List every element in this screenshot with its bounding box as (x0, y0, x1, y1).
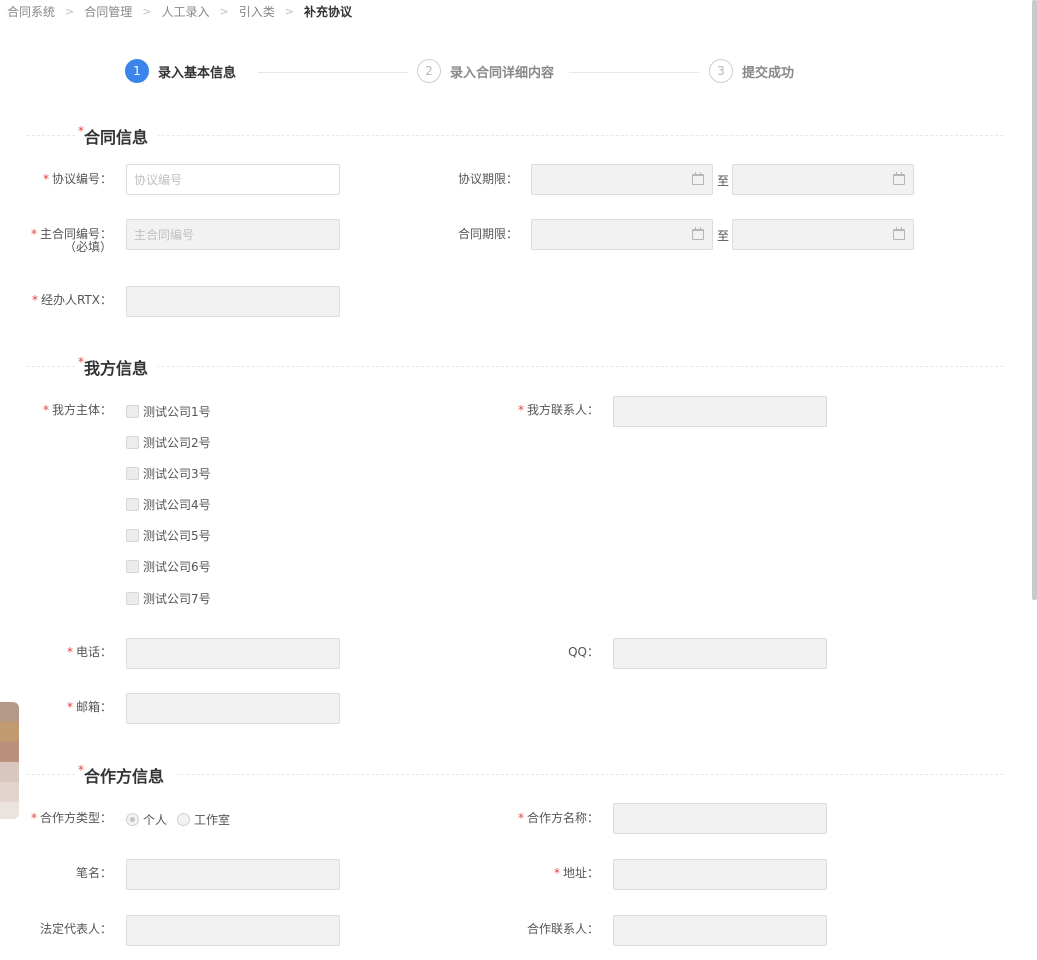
section-title: *合同信息 (75, 124, 159, 148)
legal-rep-label: 法定代表人： (39, 922, 112, 936)
color-swatch (0, 782, 19, 802)
breadcrumb-separator: > (65, 4, 75, 18)
phone-label: * 电话： (66, 645, 112, 659)
section-header-our-party: *我方信息 (27, 355, 1003, 379)
entity-checkbox[interactable]: 测试公司6号 (126, 558, 211, 575)
radio-unchecked-icon (177, 813, 191, 826)
step-connector (258, 72, 408, 73)
pen-name-input[interactable] (126, 859, 340, 890)
step-number: 3 (709, 59, 733, 83)
breadcrumb-separator: > (142, 4, 152, 18)
agreement-no-input[interactable] (126, 164, 340, 195)
main-contract-no-input[interactable] (126, 219, 340, 250)
breadcrumb-item[interactable]: 引入类 (239, 3, 275, 20)
breadcrumb-item[interactable]: 人工录入 (161, 3, 209, 20)
checkbox-icon (126, 529, 139, 542)
breadcrumb-separator: > (219, 4, 229, 18)
breadcrumb: 合同系统 > 合同管理 > 人工录入 > 引入类 > 补充协议 (7, 3, 352, 20)
calendar-icon (893, 227, 905, 240)
contract-start-date-picker[interactable] (531, 219, 713, 250)
qq-input[interactable] (613, 638, 827, 669)
section-divider (27, 135, 1003, 136)
step-label: 录入基本信息 (158, 65, 237, 81)
section-title: *合作方信息 (75, 763, 175, 787)
section-title-text: 我方信息 (84, 359, 149, 378)
date-range-separator: 至 (717, 229, 730, 243)
section-header-partner: *合作方信息 (27, 763, 1003, 787)
calendar-icon (893, 172, 905, 185)
handler-rtx-label: * 经办人RTX： (31, 293, 112, 307)
breadcrumb-item[interactable]: 合同系统 (7, 3, 55, 20)
checkbox-icon (126, 436, 139, 449)
color-swatch (0, 742, 19, 762)
checkbox-icon (126, 592, 139, 605)
agreement-no-label: * 协议编号： (42, 172, 112, 186)
step-number: 2 (417, 59, 441, 83)
phone-input[interactable] (126, 638, 340, 669)
step-label: 提交成功 (742, 65, 795, 81)
entity-checkbox[interactable]: 测试公司7号 (126, 590, 211, 607)
breadcrumb-separator: > (284, 4, 294, 18)
entity-checkbox[interactable]: 测试公司2号 (126, 434, 211, 451)
agreement-period-label: 协议期限： (457, 172, 518, 186)
partner-name-label: * 合作方名称： (517, 811, 599, 825)
step-connector (569, 72, 699, 73)
progress-stepper: 1 录入基本信息 2 录入合同详细内容 3 提交成功 (125, 59, 825, 85)
section-title-text: 合作方信息 (84, 767, 165, 786)
date-range-separator: 至 (717, 174, 730, 188)
partner-name-input[interactable] (613, 803, 827, 834)
address-input[interactable] (613, 859, 827, 890)
email-input[interactable] (126, 693, 340, 724)
qq-label: QQ： (568, 645, 599, 659)
step-contract-details: 2 录入合同详细内容 (417, 59, 554, 83)
checkbox-icon (126, 560, 139, 573)
agreement-end-date-picker[interactable] (732, 164, 914, 195)
color-swatch (0, 802, 19, 819)
our-entity-label: * 我方主体： (42, 403, 112, 417)
step-basic-info: 1 录入基本信息 (125, 59, 236, 83)
section-header-contract: *合同信息 (27, 124, 1003, 148)
entity-checkbox[interactable]: 测试公司3号 (126, 465, 211, 482)
partner-type-radio-group: 个人 工作室 (126, 811, 240, 828)
our-contact-input[interactable] (613, 396, 827, 427)
checkbox-icon (126, 405, 139, 418)
partner-contact-input[interactable] (613, 915, 827, 946)
pen-name-label: 笔名： (75, 866, 112, 880)
calendar-icon (692, 172, 704, 185)
radio-checked-icon (126, 813, 139, 826)
section-title: *我方信息 (75, 355, 159, 379)
entity-checkbox[interactable]: 测试公司4号 (126, 496, 211, 513)
step-number: 1 (125, 59, 149, 83)
section-divider (27, 366, 1003, 367)
partner-contact-label: 合作联系人： (526, 922, 599, 936)
legal-rep-input[interactable] (126, 915, 340, 946)
entity-checkbox[interactable]: 测试公司5号 (126, 527, 211, 544)
color-swatch (0, 702, 19, 722)
section-title-text: 合同信息 (84, 128, 149, 147)
agreement-start-date-picker[interactable] (531, 164, 713, 195)
vertical-scrollbar[interactable] (1032, 0, 1037, 600)
radio-studio[interactable]: 工作室 (177, 811, 230, 828)
contract-end-date-picker[interactable] (732, 219, 914, 250)
our-contact-label: * 我方联系人： (517, 403, 599, 417)
step-label: 录入合同详细内容 (450, 65, 555, 81)
breadcrumb-item[interactable]: 合同管理 (84, 3, 132, 20)
handler-rtx-input[interactable] (126, 286, 340, 317)
checkbox-icon (126, 467, 139, 480)
color-swatch (0, 722, 19, 742)
checkbox-icon (126, 498, 139, 511)
entity-checkbox[interactable]: 测试公司1号 (126, 403, 211, 420)
breadcrumb-current: 补充协议 (303, 4, 352, 19)
calendar-icon (692, 227, 704, 240)
contract-period-label: 合同期限： (457, 227, 518, 241)
main-contract-no-label: * 主合同编号： （必填） (30, 227, 112, 254)
address-label: * 地址： (553, 866, 599, 880)
step-submit-success: 3 提交成功 (709, 59, 794, 83)
radio-individual[interactable]: 个人 (126, 811, 167, 828)
color-swatch (0, 762, 19, 782)
